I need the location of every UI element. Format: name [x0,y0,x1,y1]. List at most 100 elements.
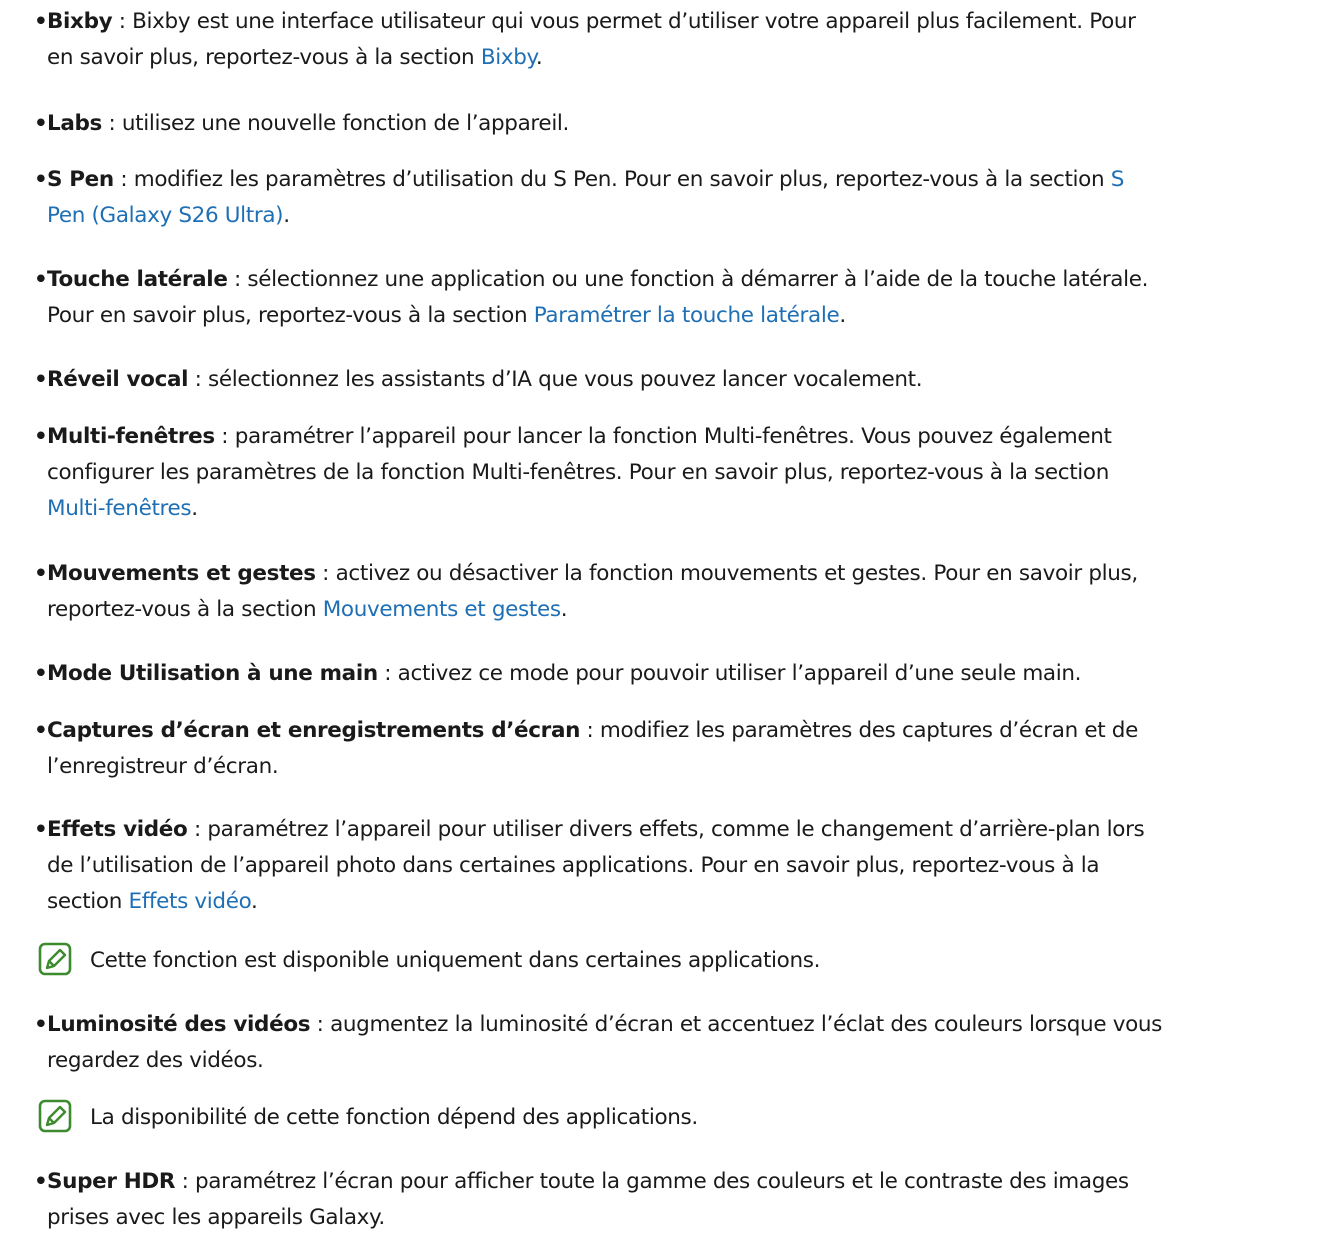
item-text: : paramétrez l’écran pour afficher toute… [175,1169,1130,1194]
item-text: : activez ce mode pour pouvoir utiliser … [377,661,1082,686]
bullet-icon: • [34,817,48,842]
item-line: de l’utilisation de l’appareil photo dan… [47,848,1324,884]
bullet-icon: • [34,661,48,686]
list-item-une-main: • Mode Utilisation à une main : activez … [34,656,1324,692]
item-line: configurer les paramètres de la fonction… [47,455,1324,491]
list-item-touche-laterale: • Touche latérale : sélectionnez une app… [34,262,1324,334]
item-text: : paramétrer l’appareil pour lancer la f… [214,424,1112,449]
item-text: : utilisez une nouvelle fonction de l’ap… [102,111,570,136]
item-text: Pour en savoir plus, reportez-vous à la … [47,303,534,328]
item-text: prises avec les appareils Galaxy. [47,1205,385,1230]
item-line: Multi-fenêtres : paramétrer l’appareil p… [47,419,1324,455]
list-item-mouvements-gestes: • Mouvements et gestes : activez ou désa… [34,556,1324,628]
bullet-icon: • [34,1012,48,1037]
item-text: : modifiez les paramètres des captures d… [580,718,1139,743]
bullet-icon: • [34,167,48,192]
item-line: en savoir plus, reportez-vous à la secti… [47,40,1324,76]
item-term: Multi-fenêtres [47,424,215,449]
item-line: Super HDR : paramétrez l’écran pour affi… [47,1164,1324,1200]
item-line: S Pen : modifiez les paramètres d’utilis… [47,162,1324,198]
item-line: prises avec les appareils Galaxy. [47,1200,1324,1236]
note-text: Cette fonction est disponible uniquement… [90,948,821,973]
item-text: regardez des vidéos. [47,1048,264,1073]
item-text: . [560,597,568,622]
item-line: Réveil vocal : sélectionnez les assistan… [47,362,1324,398]
item-line: Labs : utilisez une nouvelle fonction de… [47,106,1324,142]
item-text: : modifiez les paramètres d’utilisation … [113,167,1111,192]
item-line: Effets vidéo : paramétrez l’appareil pou… [47,812,1324,848]
item-line: Touche latérale : sélectionnez une appli… [47,262,1324,298]
link-effets-video[interactable]: Effets vidéo [128,889,251,914]
list-item-effets-video: • Effets vidéo : paramétrez l’appareil p… [34,812,1324,920]
item-line: Multi-fenêtres. [47,491,1324,527]
list-item-bixby: • Bixby : Bixby est une interface utilis… [34,4,1324,76]
note-effets-video: Cette fonction est disponible uniquement… [38,942,821,979]
item-text: . [191,496,198,521]
link-bixby[interactable]: Bixby [481,45,536,70]
item-text: section [47,889,129,914]
item-text: : activez ou désactiver la fonction mouv… [315,561,1138,586]
item-line: Captures d’écran et enregistrements d’éc… [47,713,1324,749]
item-text: configurer les paramètres de la fonction… [47,460,1110,485]
link-s-pen[interactable]: Pen (Galaxy S26 Ultra) [47,203,284,228]
link-s-pen[interactable]: S [1111,167,1125,192]
list-item-multi-fenetres: • Multi-fenêtres : paramétrer l’appareil… [34,419,1324,527]
note-text: La disponibilité de cette fonction dépen… [90,1105,698,1130]
item-term: Effets vidéo [47,817,188,842]
item-text: de l’utilisation de l’appareil photo dan… [47,853,1100,878]
item-line: Bixby : Bixby est une interface utilisat… [47,4,1324,40]
link-mouvements-gestes[interactable]: Mouvements et gestes [323,597,561,622]
item-text: reportez-vous à la section [47,597,323,622]
item-term: S Pen [47,167,114,192]
item-term: Super HDR [47,1169,176,1194]
link-multi-fenetres[interactable]: Multi-fenêtres [47,496,192,521]
item-text: . [535,45,543,70]
bullet-icon: • [34,718,48,743]
item-term: Mode Utilisation à une main [47,661,378,686]
item-line: reportez-vous à la section Mouvements et… [47,592,1324,628]
bullet-icon: • [34,111,48,136]
item-text: en savoir plus, reportez-vous à la secti… [47,45,481,70]
item-text: . [839,303,846,328]
item-term: Mouvements et gestes [47,561,316,586]
item-line: Pen (Galaxy S26 Ultra). [47,198,1324,234]
bullet-icon: • [34,367,48,392]
item-text: l’enregistreur d’écran. [47,754,279,779]
item-line: l’enregistreur d’écran. [47,749,1324,785]
item-text: : paramétrez l’appareil pour utiliser di… [187,817,1145,842]
document-page: • Bixby : Bixby est une interface utilis… [0,0,1334,1230]
bullet-icon: • [34,424,48,449]
item-text: : sélectionnez les assistants d’IA que v… [188,367,923,392]
item-text: : Bixby est une interface utilisateur qu… [112,9,1136,34]
link-touche-laterale[interactable]: Paramétrer la touche latérale [534,303,840,328]
item-line: regardez des vidéos. [47,1043,1324,1079]
item-term: Labs [47,111,102,136]
item-text: : augmentez la luminosité d’écran et acc… [310,1012,1163,1037]
item-line: Mouvements et gestes : activez ou désact… [47,556,1324,592]
item-line: Pour en savoir plus, reportez-vous à la … [47,298,1324,334]
item-text: . [251,889,258,914]
item-term: Luminosité des vidéos [47,1012,311,1037]
list-item-reveil-vocal: • Réveil vocal : sélectionnez les assist… [34,362,1324,398]
note-pencil-icon [38,942,72,976]
item-text: . [283,203,290,228]
bullet-icon: • [34,267,48,292]
item-text: : sélectionnez une application ou une fo… [227,267,1149,292]
item-term: Captures d’écran et enregistrements d’éc… [47,718,581,743]
item-term: Bixby [47,9,113,34]
list-item-super-hdr: • Super HDR : paramétrez l’écran pour af… [34,1164,1324,1236]
bullet-icon: • [34,1169,48,1194]
bullet-icon: • [34,561,48,586]
list-item-s-pen: • S Pen : modifiez les paramètres d’util… [34,162,1324,234]
item-line: Luminosité des vidéos : augmentez la lum… [47,1007,1324,1043]
item-term: Touche latérale [47,267,228,292]
item-line: Mode Utilisation à une main : activez ce… [47,656,1324,692]
bullet-icon: • [34,9,48,34]
list-item-captures-ecran: • Captures d’écran et enregistrements d’… [34,713,1324,785]
note-luminosite: La disponibilité de cette fonction dépen… [38,1099,698,1136]
item-line: section Effets vidéo. [47,884,1324,920]
list-item-luminosite-videos: • Luminosité des vidéos : augmentez la l… [34,1007,1324,1079]
list-item-labs: • Labs : utilisez une nouvelle fonction … [34,106,1324,142]
note-pencil-icon [38,1099,72,1133]
item-term: Réveil vocal [47,367,189,392]
